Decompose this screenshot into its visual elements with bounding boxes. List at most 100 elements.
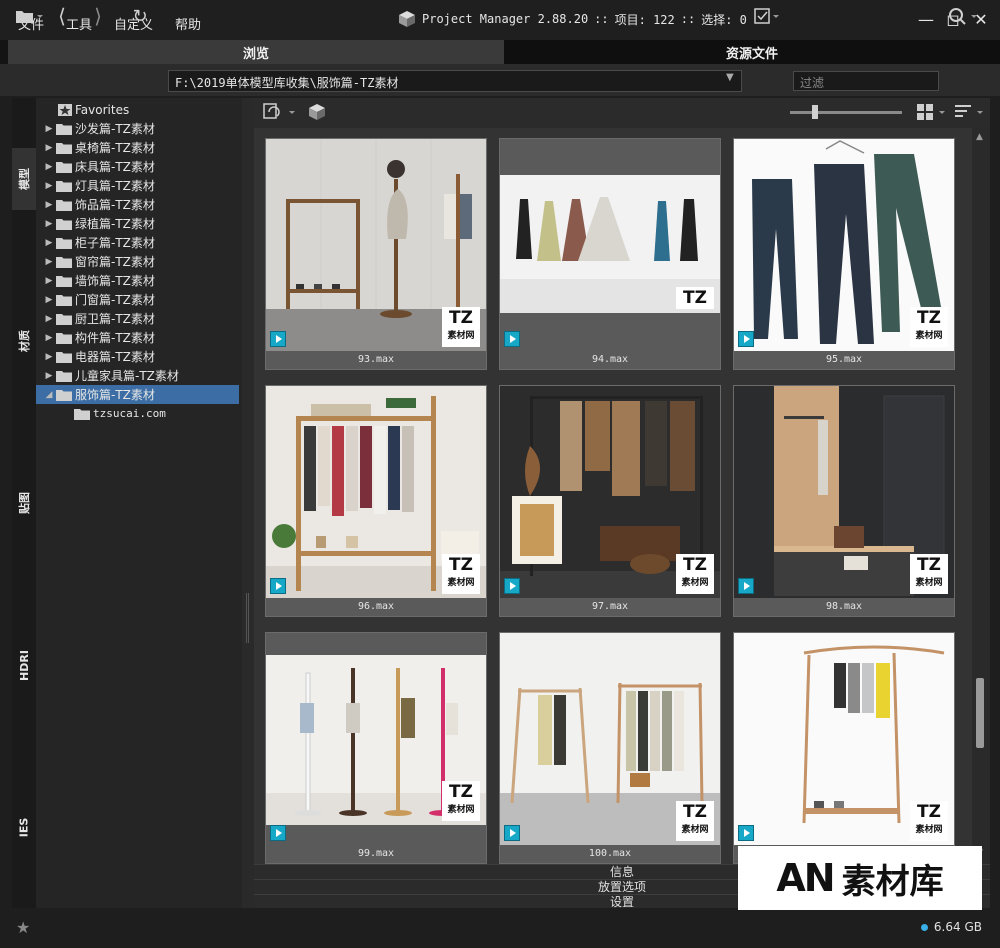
asset-card-95[interactable]: TZ 素材网 95.max [733,138,955,370]
tree-item[interactable]: ▶ 墙饰篇-TZ素材 [42,271,155,290]
asset-card-100[interactable]: TZ 素材网 100.max [499,632,721,864]
max-file-icon [270,331,286,347]
expand-right-icon[interactable]: ▶ [42,200,56,210]
expand-right-icon[interactable]: ▶ [42,219,56,229]
watermark-an-text: AN [776,856,835,900]
asset-filename: 97.max [591,601,629,612]
tree-favorites[interactable]: Favorites [58,100,129,119]
thumbnail-size-slider[interactable] [790,105,902,119]
expand-right-icon[interactable]: ▶ [42,238,56,248]
side-tab-textures[interactable]: 贴图 [12,472,36,534]
tree-item-label: 床具篇-TZ素材 [75,160,155,174]
folder-icon [56,275,72,287]
max-file-icon [504,578,520,594]
folder-icon [56,161,72,173]
refresh-icon[interactable]: ↻ [130,6,150,27]
disk-free-label: 6.64 GB [933,920,982,934]
side-tab-label: IES [17,817,31,837]
asset-card-98[interactable]: TZ 素材网 98.max [733,385,955,617]
expand-right-icon[interactable]: ▶ [42,276,56,286]
tree-item-label: 服饰篇-TZ素材 [75,388,155,402]
tree-item[interactable]: ▶ 灯具篇-TZ素材 [42,176,155,195]
expand-right-icon[interactable]: ▶ [42,181,56,191]
tree-item[interactable]: ▶ 沙发篇-TZ素材 [42,119,155,138]
expand-right-icon[interactable]: ▶ [42,143,56,153]
folder-icon [56,123,72,135]
asset-card-99[interactable]: TZ 素材网 99.max [265,632,487,864]
folder-menu-icon[interactable] [14,6,44,26]
folder-icon [56,237,72,249]
expand-right-icon[interactable]: ▶ [42,371,56,381]
path-dropdown-icon[interactable]: ▼ [726,72,734,83]
tree-item[interactable]: ▶ 绿植篇-TZ素材 [42,214,155,233]
expand-right-icon[interactable]: ▶ [42,352,56,362]
tree-item-label: 灯具篇-TZ素材 [75,179,155,193]
asset-card-93[interactable]: TZ 素材网 93.max [265,138,487,370]
splitter-grip[interactable] [246,593,249,643]
minimize-icon[interactable]: — [918,10,934,29]
title-separator: :: [594,12,609,26]
tree-item[interactable]: ▶ 构件篇-TZ素材 [42,328,155,347]
folder-icon [56,370,72,382]
asset-card-94[interactable]: TZ 94.max [499,138,721,370]
tree-item[interactable]: ▶ 桌椅篇-TZ素材 [42,138,155,157]
panel-splitter[interactable] [242,98,254,908]
tab-asset-files[interactable]: 资源文件 [504,40,1000,64]
tree-item[interactable]: ▶ 门窗篇-TZ素材 [42,290,155,309]
side-tab-materials[interactable]: 材质 [12,310,36,372]
tree-item-label: 桌椅篇-TZ素材 [75,141,155,155]
forward-icon[interactable]: ⟩ [88,4,108,28]
sync-icon[interactable] [262,102,296,122]
tree-child-folder[interactable]: tzsucai.com [74,404,166,423]
sort-icon[interactable] [952,102,986,122]
tree-item[interactable]: ▶ 电器篇-TZ素材 [42,347,155,366]
expand-down-icon[interactable]: ◢ [42,390,56,400]
menu-help[interactable]: 帮助 [175,14,201,33]
filter-options-icon[interactable] [752,6,782,26]
main-tabs: 浏览 资源文件 [0,40,1000,64]
back-icon[interactable]: ⟨ [52,4,72,28]
side-tab-hdri[interactable]: HDRI [12,634,36,696]
folder-icon [56,332,72,344]
view-grid-icon[interactable] [914,102,948,122]
tree-item[interactable]: ▶ 儿童家具篇-TZ素材 [42,366,179,385]
scroll-up-icon[interactable]: ▲ [976,132,983,142]
tree-item[interactable]: ▶ 柜子篇-TZ素材 [42,233,155,252]
folder-icon [56,218,72,230]
tree-item[interactable]: ▶ 窗帘篇-TZ素材 [42,252,155,271]
asset-card-97[interactable]: TZ 素材网 97.max [499,385,721,617]
scrollbar-thumb[interactable] [976,678,984,748]
disk-status: 6.64 GB [920,920,982,934]
tree-item[interactable]: ▶ 床具篇-TZ素材 [42,157,155,176]
model-cube-icon[interactable] [306,102,328,122]
tree-item[interactable]: ▶ 厨卫篇-TZ素材 [42,309,155,328]
max-file-icon [504,331,520,347]
folder-icon [56,180,72,192]
side-tab-models[interactable]: 模型 [12,148,36,210]
filter-input[interactable]: 过滤 [793,71,939,91]
asset-card-96[interactable]: TZ 素材网 96.max [265,385,487,617]
tz-text: TZ [917,555,941,575]
tz-text: TZ [683,555,707,575]
grid-scrollbar[interactable]: ▲ ▼ [972,128,990,864]
search-icon[interactable] [946,6,980,26]
asset-thumbnail: TZ 素材网 [734,139,954,351]
star-icon[interactable]: ★ [16,918,30,937]
asset-card-101[interactable]: TZ 素材网 [733,632,955,864]
folder-icon [56,256,72,268]
expand-right-icon[interactable]: ▶ [42,124,56,134]
tab-browse[interactable]: 浏览 [8,40,504,64]
tree-item[interactable]: ▶ 饰品篇-TZ素材 [42,195,155,214]
slider-handle[interactable] [812,105,818,119]
side-tab-ies[interactable]: IES [12,796,36,858]
tree-item-label: 电器篇-TZ素材 [75,350,155,364]
path-input[interactable]: F:\2019单体模型库收集\服饰篇-TZ素材 [168,70,742,92]
tree-item-selected[interactable]: ◢ 服饰篇-TZ素材 [36,385,239,404]
tz-watermark: TZ 素材网 [910,554,948,594]
expand-right-icon[interactable]: ▶ [42,257,56,267]
expand-right-icon[interactable]: ▶ [42,333,56,343]
expand-right-icon[interactable]: ▶ [42,314,56,324]
max-file-icon [504,825,520,841]
expand-right-icon[interactable]: ▶ [42,162,56,172]
expand-right-icon[interactable]: ▶ [42,295,56,305]
